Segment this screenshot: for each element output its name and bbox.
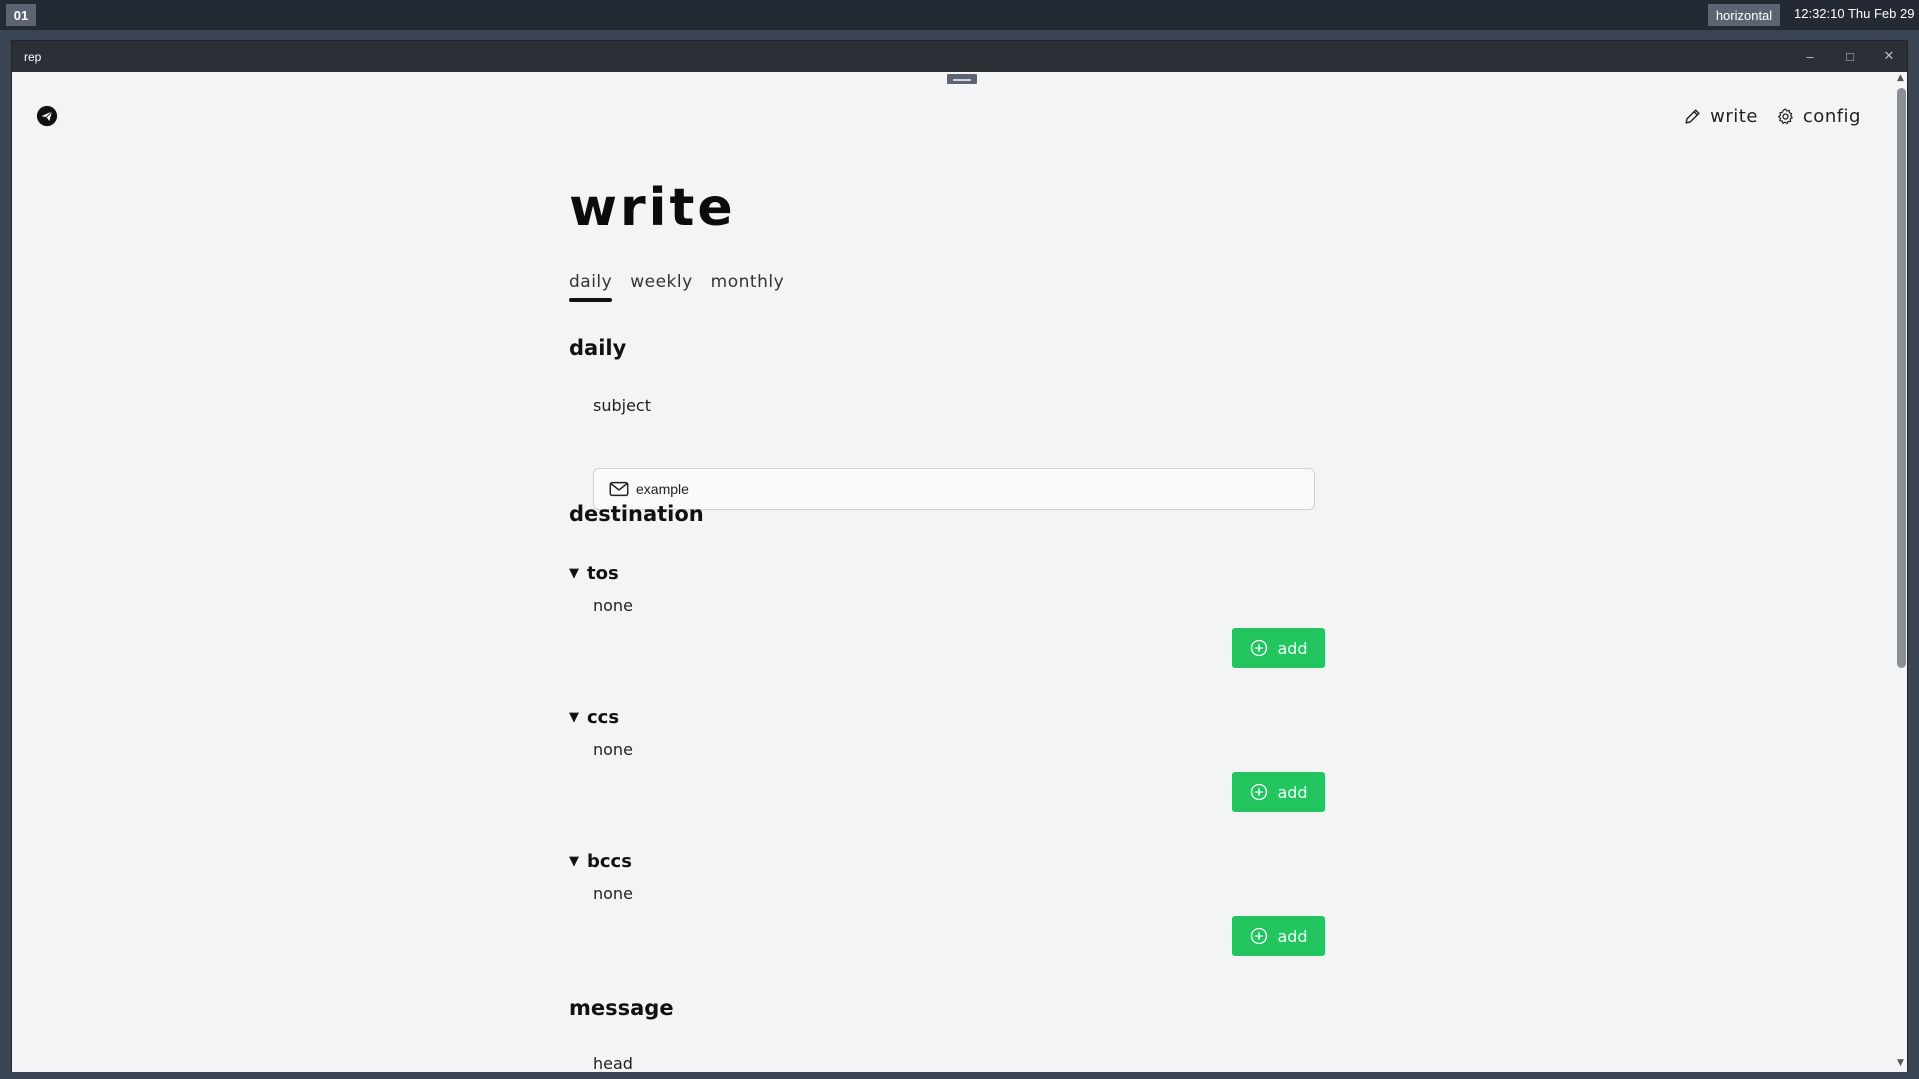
layout-mode-indicator[interactable]: horizontal (1708, 4, 1780, 26)
maximize-icon[interactable]: □ (1839, 45, 1861, 67)
workspace-indicator[interactable]: 01 (6, 4, 36, 26)
head-label: head (593, 1054, 633, 1072)
tab-daily[interactable]: daily (569, 272, 613, 302)
add-bccs-label: add (1277, 926, 1308, 946)
section-title-message: message (569, 996, 674, 1020)
group-toggle-ccs[interactable]: ▼ ccs (569, 707, 619, 728)
window-title: rep (24, 50, 42, 64)
section-title-destination: destination (569, 502, 704, 526)
plus-circle-icon (1251, 927, 1268, 945)
paper-plane-logo-icon[interactable] (36, 105, 58, 127)
system-clock: 12:32:10 Thu Feb 29 (1794, 6, 1915, 21)
tab-monthly[interactable]: monthly (711, 272, 784, 300)
gear-icon (1777, 107, 1793, 124)
drag-handle[interactable] (947, 74, 977, 84)
subject-label: subject (593, 396, 651, 415)
group-label-tos: tos (587, 563, 619, 584)
window-titlebar[interactable]: rep – □ ✕ (12, 41, 1907, 72)
tab-weekly[interactable]: weekly (630, 272, 692, 300)
section-title-daily: daily (569, 336, 627, 360)
add-ccs-label: add (1277, 782, 1308, 802)
add-bccs-button[interactable]: add (1232, 916, 1325, 956)
nav-config-link[interactable]: config (1776, 106, 1861, 127)
subject-value: example (636, 481, 689, 497)
plus-circle-icon (1251, 783, 1268, 801)
group-label-bccs: bccs (587, 851, 632, 872)
add-tos-button[interactable]: add (1232, 628, 1325, 668)
system-bar: 01 horizontal 12:32:10 Thu Feb 29 (0, 0, 1919, 30)
nav-write-label: write (1710, 105, 1758, 127)
page-content: ▲ ▼ write config write daily weekly mont… (12, 72, 1907, 1072)
minimize-icon[interactable]: – (1799, 45, 1821, 67)
vertical-scrollbar[interactable]: ▲ ▼ (1894, 72, 1907, 1072)
nav-write-link[interactable]: write (1683, 106, 1758, 127)
collapse-triangle-icon: ▼ (569, 566, 579, 581)
frequency-tabs: daily weekly monthly (569, 272, 784, 302)
collapse-triangle-icon: ▼ (569, 854, 579, 869)
scrollbar-thumb[interactable] (1897, 88, 1906, 668)
pencil-icon (1685, 108, 1700, 124)
add-ccs-button[interactable]: add (1232, 772, 1325, 812)
nav-config-label: config (1802, 105, 1861, 127)
ccs-status: none (593, 740, 633, 759)
group-label-ccs: ccs (587, 707, 620, 728)
tos-status: none (593, 596, 633, 615)
bccs-status: none (593, 884, 633, 903)
app-window: rep – □ ✕ ▲ ▼ write config write daily w… (11, 40, 1908, 1072)
close-icon[interactable]: ✕ (1878, 45, 1900, 67)
group-toggle-bccs[interactable]: ▼ bccs (569, 851, 632, 872)
envelope-icon (609, 481, 629, 497)
add-tos-label: add (1277, 638, 1308, 658)
top-nav: write config (1683, 103, 1861, 129)
group-toggle-tos[interactable]: ▼ tos (569, 563, 619, 584)
plus-circle-icon (1251, 639, 1268, 657)
page-title: write (569, 178, 736, 238)
collapse-triangle-icon: ▼ (569, 710, 579, 725)
scroll-down-arrow-icon[interactable]: ▼ (1897, 1058, 1904, 1068)
scroll-up-arrow-icon[interactable]: ▲ (1897, 73, 1904, 83)
